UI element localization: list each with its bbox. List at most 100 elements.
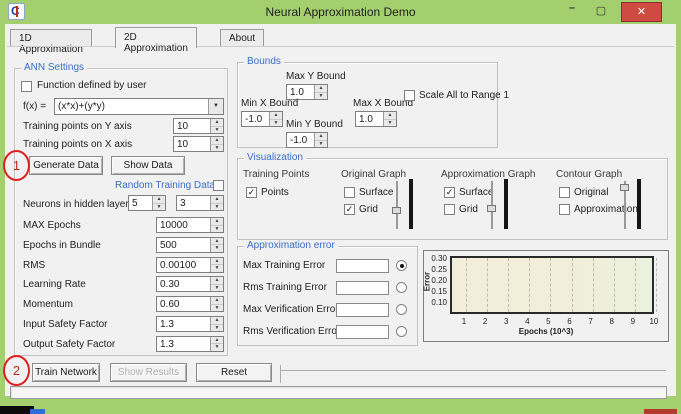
spin-up-icon[interactable]: ▲ (315, 85, 327, 93)
spin-down-icon[interactable]: ▼ (211, 344, 223, 351)
maximize-button[interactable]: ▢ (592, 4, 610, 17)
param-spinner[interactable]: 0.00100▲▼ (156, 257, 224, 273)
max-x-spinner[interactable]: 1.0▲▼ (355, 111, 397, 127)
progress-bar (10, 386, 667, 399)
spin-up-icon[interactable]: ▲ (211, 119, 223, 127)
error-value-field[interactable] (336, 259, 389, 273)
vis-checkbox-grid[interactable] (444, 204, 455, 215)
train-x-spinner[interactable]: 10▲▼ (173, 136, 224, 152)
spin-up-icon[interactable]: ▲ (384, 112, 396, 120)
slider-thumb-icon[interactable] (620, 184, 629, 191)
param-label: Epochs in Bundle (23, 240, 101, 251)
vis-column-header: Training Points (243, 169, 309, 180)
spin-up-icon[interactable]: ▲ (211, 277, 223, 285)
vis-checkbox-surface[interactable] (344, 187, 355, 198)
fx-combobox[interactable]: (x*x)+(y*y) ▼ (54, 98, 224, 115)
spin-up-icon[interactable]: ▲ (211, 196, 223, 204)
spin-down-icon[interactable]: ▼ (211, 145, 223, 152)
title-bar[interactable]: C Neural Approximation Demo – ▢ ✕ (0, 0, 681, 24)
chart-x-tick: 2 (478, 317, 492, 326)
neurons-spinner-1[interactable]: 5▲▼ (128, 195, 166, 211)
spin-down-icon[interactable]: ▼ (211, 285, 223, 292)
chart-gridline (466, 258, 467, 312)
vis-checkbox-surface[interactable]: ✓ (444, 187, 455, 198)
error-radio[interactable] (396, 260, 407, 271)
spinner-buttons: ▲▼ (152, 196, 165, 210)
client-area: 1D Approximation 2D Approximation About AN… (5, 24, 676, 396)
spin-down-icon[interactable]: ▼ (315, 93, 327, 100)
vis-checkbox-approximation[interactable] (559, 204, 570, 215)
close-button[interactable]: ✕ (621, 2, 662, 22)
spin-up-icon[interactable]: ▲ (153, 196, 165, 204)
spin-up-icon[interactable]: ▲ (211, 337, 223, 345)
scale-range-checkbox[interactable] (404, 90, 415, 101)
vis-checkbox-original[interactable] (559, 187, 570, 198)
opacity-slider[interactable] (624, 181, 626, 229)
spin-down-icon[interactable]: ▼ (384, 120, 396, 127)
spin-up-icon[interactable]: ▲ (211, 297, 223, 305)
tab-about[interactable]: About (220, 29, 264, 47)
visualization-group: Visualization Training Points✓PointsOrig… (237, 158, 668, 240)
spin-up-icon[interactable]: ▲ (211, 137, 223, 145)
ann-settings-title: ANN Settings (21, 62, 87, 73)
spin-down-icon[interactable]: ▼ (211, 325, 223, 332)
vis-checkbox-points[interactable]: ✓ (246, 187, 257, 198)
annotation-step-1: 1 (3, 150, 30, 181)
minimize-button[interactable]: – (563, 2, 581, 14)
spinner-value: 1.0 (356, 112, 383, 126)
tab-2d-approximation[interactable]: 2D Approximation (115, 27, 197, 48)
param-spinner[interactable]: 1.3▲▼ (156, 316, 224, 332)
spin-down-icon[interactable]: ▼ (315, 141, 327, 148)
vis-check-label: Original (574, 187, 608, 198)
spin-down-icon[interactable]: ▼ (211, 204, 223, 211)
spin-up-icon[interactable]: ▲ (211, 238, 223, 246)
spin-down-icon[interactable]: ▼ (211, 265, 223, 272)
spin-up-icon[interactable]: ▲ (315, 133, 327, 141)
chart-x-tick: 4 (520, 317, 534, 326)
slider-thumb-icon[interactable] (392, 207, 401, 214)
opacity-slider[interactable] (396, 181, 398, 229)
chart-gridline (593, 258, 594, 312)
error-radio[interactable] (396, 304, 407, 315)
spin-down-icon[interactable]: ▼ (270, 120, 282, 127)
spin-down-icon[interactable]: ▼ (211, 245, 223, 252)
spinner-buttons: ▲▼ (210, 238, 223, 252)
spin-down-icon[interactable]: ▼ (211, 226, 223, 233)
function-user-checkbox[interactable] (21, 81, 32, 92)
param-spinner[interactable]: 0.30▲▼ (156, 276, 224, 292)
train-y-spinner[interactable]: 10▲▼ (173, 118, 224, 134)
vis-checkbox-grid[interactable]: ✓ (344, 204, 355, 215)
min-y-spinner[interactable]: -1.0▲▼ (286, 132, 328, 148)
tab-page-border (7, 46, 674, 47)
show-data-button[interactable]: Show Data (111, 156, 185, 175)
min-x-spinner[interactable]: -1.0▲▼ (241, 111, 283, 127)
param-spinner[interactable]: 1.3▲▼ (156, 336, 224, 352)
neurons-spinner-2[interactable]: 3▲▼ (176, 195, 224, 211)
slider-thumb-icon[interactable] (487, 205, 496, 212)
error-value-field[interactable] (336, 303, 389, 317)
param-spinner[interactable]: 0.60▲▼ (156, 296, 224, 312)
spin-down-icon[interactable]: ▼ (211, 127, 223, 134)
error-value-field[interactable] (336, 325, 389, 339)
spin-up-icon[interactable]: ▲ (211, 218, 223, 226)
spin-up-icon[interactable]: ▲ (211, 258, 223, 266)
opacity-slider[interactable] (491, 181, 493, 229)
train-network-button[interactable]: Train Network (32, 363, 100, 382)
spin-down-icon[interactable]: ▼ (211, 305, 223, 312)
spinner-value: 3 (177, 196, 210, 210)
reset-button[interactable]: Reset (196, 363, 272, 382)
chevron-down-icon[interactable]: ▼ (208, 99, 223, 114)
tab-1d-approximation[interactable]: 1D Approximation (10, 29, 92, 47)
spin-down-icon[interactable]: ▼ (153, 204, 165, 211)
param-spinner[interactable]: 10000▲▼ (156, 217, 224, 233)
error-radio[interactable] (396, 326, 407, 337)
min-y-label: Min Y Bound (286, 119, 343, 130)
spin-up-icon[interactable]: ▲ (211, 317, 223, 325)
error-value-field[interactable] (336, 281, 389, 295)
error-radio[interactable] (396, 282, 407, 293)
param-spinner[interactable]: 500▲▼ (156, 237, 224, 253)
spin-up-icon[interactable]: ▲ (270, 112, 282, 120)
fx-label: f(x) = (23, 101, 46, 112)
random-data-checkbox[interactable] (213, 180, 224, 191)
generate-data-button[interactable]: Generate Data (29, 156, 103, 175)
